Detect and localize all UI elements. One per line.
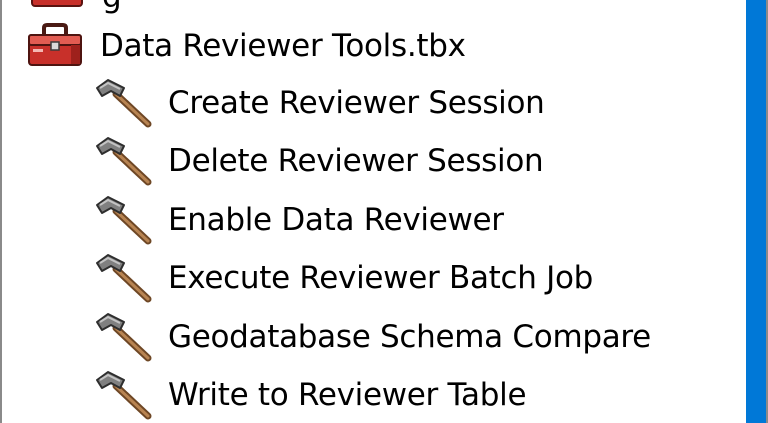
tree-item-tool[interactable]: Execute Reviewer Batch Job [94, 252, 593, 304]
hammer-icon [96, 137, 152, 186]
tree-item-tool[interactable]: Geodatabase Schema Compare [94, 311, 651, 363]
tree-item-tool[interactable]: Write to Reviewer Table [94, 369, 527, 421]
toolbox-label: Data Reviewer Tools.tbx [100, 28, 466, 64]
tree-item-partial-label: g [102, 0, 122, 15]
toolbox-tree-panel: g Data Reviewer Tools.tbx Create Reviewe [0, 0, 768, 423]
selection-highlight [746, 0, 766, 423]
tool-label: Write to Reviewer Table [168, 377, 527, 413]
hammer-icon [96, 254, 152, 303]
toolbox-icon [31, 0, 83, 7]
tree-item-toolbox[interactable]: Data Reviewer Tools.tbx [26, 20, 466, 72]
hammer-icon [96, 196, 152, 245]
hammer-icon [96, 371, 152, 420]
tool-label: Create Reviewer Session [168, 85, 545, 121]
toolbox-icon [28, 23, 82, 66]
tool-label: Enable Data Reviewer [168, 202, 504, 238]
tool-label: Execute Reviewer Batch Job [168, 260, 594, 296]
tree-item-tool[interactable]: Enable Data Reviewer [94, 194, 504, 246]
tree-item-partial[interactable]: g [28, 0, 122, 15]
hammer-icon [96, 79, 152, 128]
tool-label: Geodatabase Schema Compare [168, 319, 651, 355]
tool-label: Delete Reviewer Session [168, 143, 544, 179]
tree-item-tool[interactable]: Delete Reviewer Session [94, 135, 544, 187]
hammer-icon [96, 313, 152, 362]
tree-item-tool[interactable]: Create Reviewer Session [94, 77, 545, 129]
